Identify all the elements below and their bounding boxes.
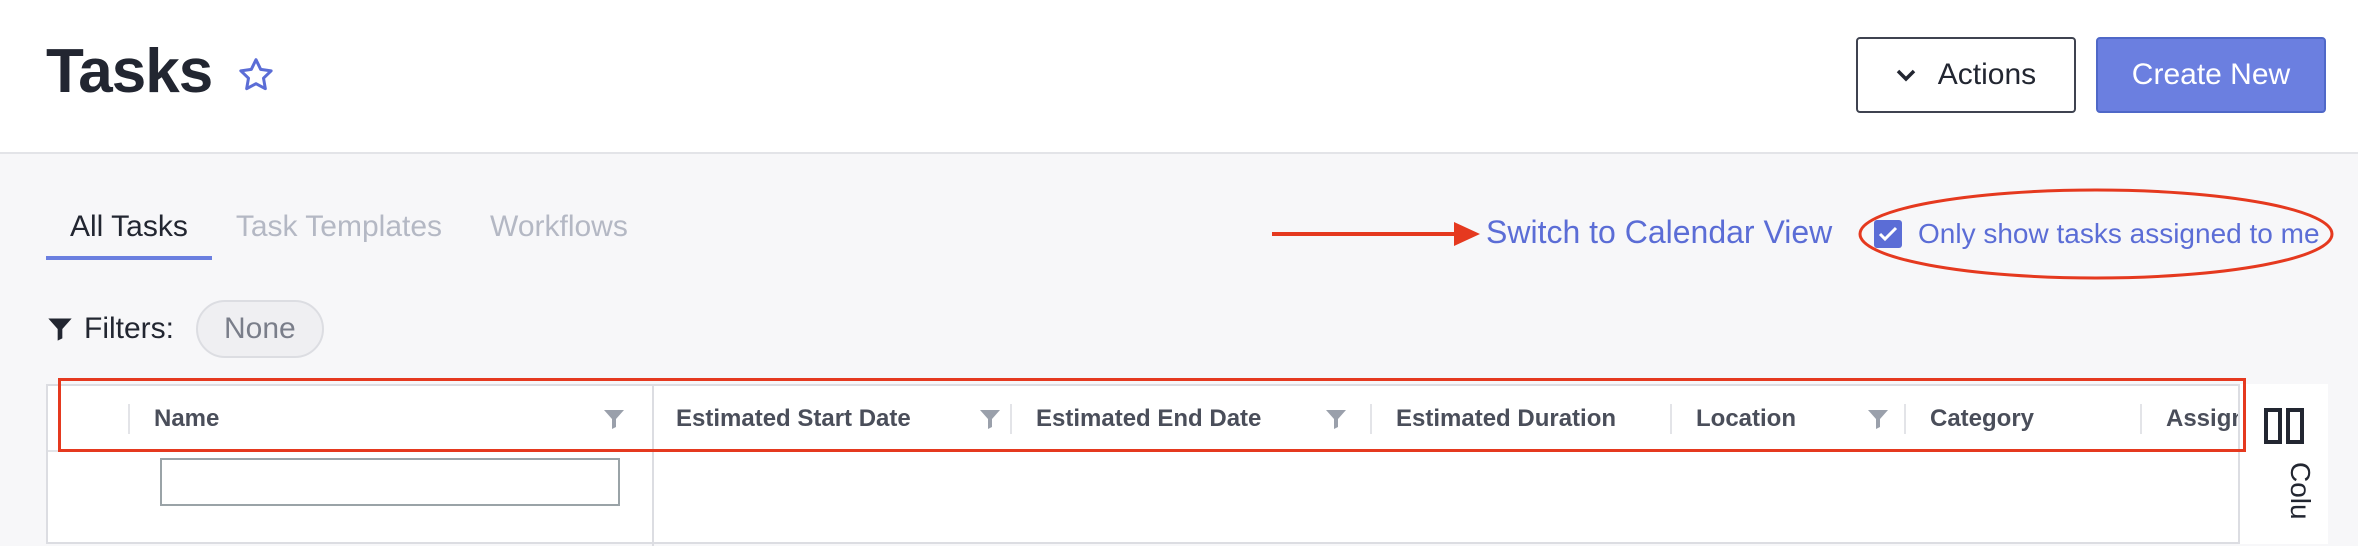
- columns-icon[interactable]: [2264, 408, 2304, 444]
- column-header-estimated-start-date[interactable]: Estimated Start Date: [676, 386, 966, 452]
- name-filter-input[interactable]: [160, 458, 620, 506]
- column-header-name[interactable]: Name: [154, 386, 434, 452]
- grid-header: Name Estimated Start Date Estimated End …: [48, 386, 2248, 452]
- column-header-location[interactable]: Location: [1696, 386, 1856, 452]
- location-filter-icon[interactable]: [1866, 407, 1890, 431]
- end-date-filter-icon[interactable]: [1324, 407, 1348, 431]
- annotation-arrow-icon: [1272, 222, 1480, 246]
- name-filter-icon[interactable]: [602, 407, 626, 431]
- column-header-estimated-end-date[interactable]: Estimated End Date: [1036, 386, 1326, 452]
- assigned-to-me-toggle[interactable]: Only show tasks assigned to me: [1874, 218, 2320, 250]
- filters-none-pill[interactable]: None: [196, 300, 324, 358]
- star-icon[interactable]: [236, 55, 276, 95]
- column-separator: [1904, 404, 1906, 434]
- column-separator: [1370, 404, 1372, 434]
- columns-side-panel[interactable]: Colu: [2238, 384, 2328, 544]
- column-separator: [128, 404, 130, 434]
- view-tabs: All Tasks Task Templates Workflows: [46, 210, 652, 260]
- tab-workflows[interactable]: Workflows: [466, 210, 652, 260]
- page-header: Tasks Actions Create New: [0, 0, 2358, 154]
- columns-panel-label: Colu: [2285, 462, 2316, 520]
- column-header-assignee[interactable]: Assigne: [2166, 386, 2248, 452]
- actions-label: Actions: [1937, 58, 2037, 91]
- start-date-filter-icon[interactable]: [978, 407, 1002, 431]
- assigned-checkbox[interactable]: [1874, 220, 1902, 248]
- create-new-button[interactable]: Create New: [2096, 37, 2326, 113]
- filters-label: Filters:: [84, 312, 174, 345]
- switch-calendar-view-link[interactable]: Switch to Calendar View: [1486, 214, 1832, 251]
- page-title: Tasks: [46, 37, 213, 106]
- column-separator: [1010, 404, 1012, 434]
- filter-icon: [48, 318, 72, 341]
- tasks-grid: Name Estimated Start Date Estimated End …: [46, 384, 2248, 546]
- column-header-estimated-duration[interactable]: Estimated Duration: [1396, 386, 1656, 452]
- checkbox-check-icon: [1878, 226, 1898, 242]
- chevron-down-icon: [1896, 69, 1916, 82]
- column-header-category[interactable]: Category: [1930, 386, 2090, 452]
- name-column-border: [652, 386, 654, 546]
- column-separator: [1670, 404, 1672, 434]
- tab-all-tasks[interactable]: All Tasks: [46, 210, 212, 260]
- column-separator: [2140, 404, 2142, 434]
- tab-task-templates[interactable]: Task Templates: [212, 210, 466, 260]
- actions-button[interactable]: Actions: [1856, 37, 2076, 113]
- filters-bar: Filters: None: [46, 300, 324, 358]
- assigned-label: Only show tasks assigned to me: [1918, 218, 2320, 249]
